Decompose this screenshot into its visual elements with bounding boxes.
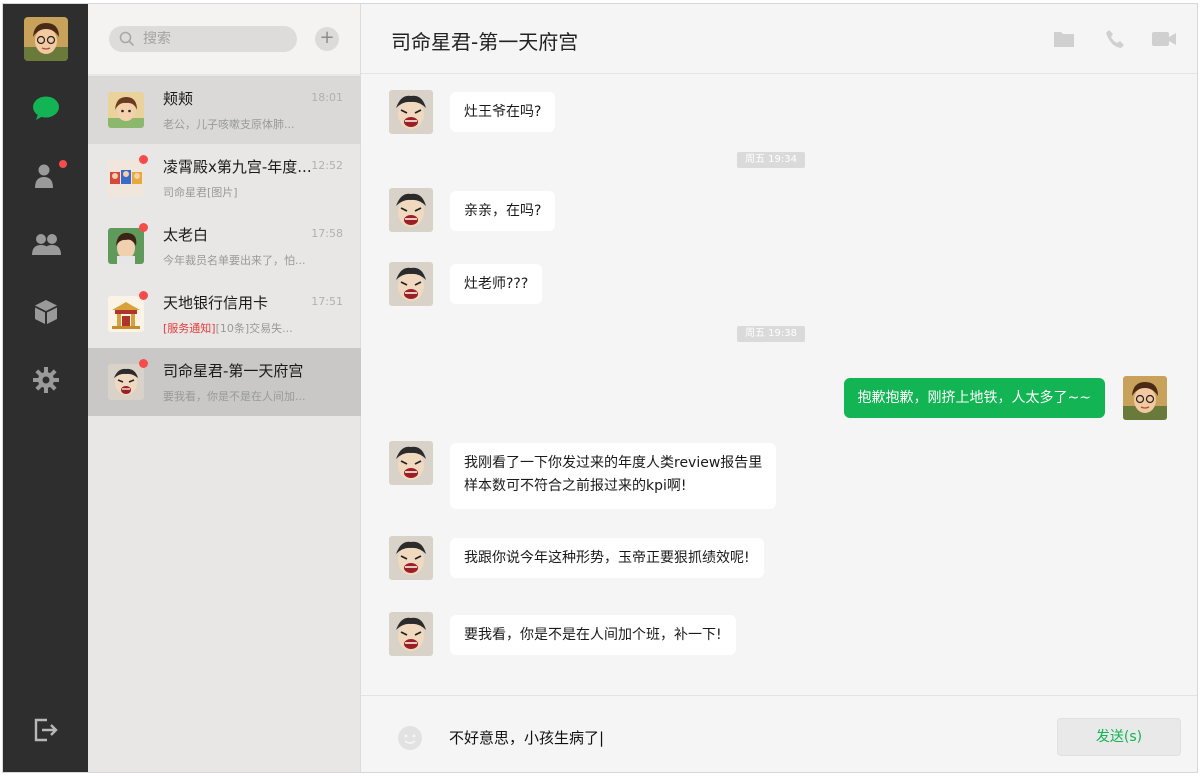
contacts-badge (59, 160, 67, 168)
conversation-preview: 老公，儿子咳嗽支原体肺... (163, 118, 295, 131)
conversation-time: 12:52 (311, 159, 343, 172)
message-input[interactable] (449, 724, 1009, 750)
message-bubble: 亲亲，在吗? (450, 191, 556, 231)
search-icon (119, 31, 135, 47)
service-notice-tag: [服务通知] (163, 322, 216, 335)
conversation-avatar (108, 160, 144, 196)
conversation-preview: 今年裁员名单要出来了，怕... (163, 254, 306, 267)
unread-badge (139, 359, 148, 368)
message-line: 我刚看了一下你发过来的年度人类review报告里 (464, 455, 763, 471)
message-list: 灶王爷在吗? 周五 19:34 亲亲，在吗? 灶老师??? 周五 19:38 抱… (361, 75, 1197, 695)
conversation-avatar (108, 92, 144, 128)
contact-avatar[interactable] (389, 536, 433, 580)
message-bubble: 我刚看了一下你发过来的年度人类review报告里 样本数可不符合之前报过来的kp… (450, 443, 777, 509)
video-icon[interactable] (1151, 28, 1177, 50)
app-window: + 颊颊 18:01 老公，儿子咳嗽支原体肺... (2, 3, 1198, 773)
unread-badge (139, 155, 148, 164)
conversation-name: 凌霄殿x第九宫-年度... (163, 158, 312, 176)
conversation-item[interactable]: 天地银行信用卡 17:51 [服务通知][10条]交易失... (88, 280, 361, 348)
conversation-item[interactable]: 凌霄殿x第九宫-年度... 12:52 司命星君[图片] (88, 144, 361, 212)
box-icon[interactable] (30, 296, 62, 328)
unread-badge (139, 291, 148, 300)
message-line: 样本数可不符合之前报过来的kpi啊! (464, 478, 687, 494)
nav-rail (3, 4, 88, 772)
conversation-list: + 颊颊 18:01 老公，儿子咳嗽支原体肺... (88, 4, 361, 772)
unread-badge (139, 223, 148, 232)
search-input[interactable] (143, 31, 283, 47)
message-bubble: 灶老师??? (450, 264, 543, 304)
contact-avatar[interactable] (389, 90, 433, 134)
phone-icon[interactable] (1105, 28, 1125, 50)
group-icon[interactable] (30, 228, 62, 260)
conversation-time: 17:51 (311, 295, 343, 308)
conversation-item-active[interactable]: 司命星君-第一天府宫 要我看，你是不是在人间加... (88, 348, 361, 416)
chat-title: 司命星君-第一天府宫 (391, 30, 579, 54)
conversation-preview: [服务通知][10条]交易失... (163, 320, 323, 336)
add-chat-button[interactable]: + (315, 27, 339, 51)
conversation-time: 18:01 (311, 91, 343, 104)
conversation-name: 司命星君-第一天府宫 (163, 362, 304, 380)
search-box[interactable] (109, 26, 297, 52)
preview-text: [10条]交易失... (215, 322, 293, 335)
timestamp-divider: 周五 19:34 (737, 152, 805, 168)
conversation-preview: 司命星君[图片] (163, 186, 238, 199)
conversation-name: 太老白 (163, 226, 209, 244)
chat-header: 司命星君-第一天府宫 (361, 4, 1197, 74)
conversation-avatar (108, 296, 144, 332)
conversation-item[interactable]: 太老白 17:58 今年裁员名单要出来了，怕... (88, 212, 361, 280)
conversation-item[interactable]: 颊颊 18:01 老公，儿子咳嗽支原体肺... (88, 76, 361, 144)
message-bubble: 要我看，你是不是在人间加个班，补一下! (450, 615, 736, 655)
my-avatar[interactable] (24, 17, 68, 61)
conversation-name: 颊颊 (163, 90, 194, 108)
conversation-preview: 要我看，你是不是在人间加... (163, 390, 306, 403)
conversation-avatar (108, 364, 144, 400)
chat-icon[interactable] (30, 92, 62, 124)
logout-icon[interactable] (30, 714, 62, 746)
message-bubble: 灶王爷在吗? (450, 92, 556, 132)
search-bar: + (88, 4, 360, 74)
composer: 发送(s) (361, 695, 1197, 772)
folder-icon[interactable] (1053, 28, 1075, 50)
emoji-icon[interactable] (397, 725, 423, 751)
contact-avatar[interactable] (389, 441, 433, 485)
conversation-avatar (108, 228, 144, 264)
conversation-name: 天地银行信用卡 (163, 294, 269, 312)
contact-avatar[interactable] (389, 612, 433, 656)
contact-avatar[interactable] (389, 262, 433, 306)
contacts-icon[interactable] (30, 160, 62, 192)
contact-avatar[interactable] (389, 188, 433, 232)
chat-panel: 司命星君-第一天府宫 灶王爷在吗? 周五 19:34 亲亲，在吗? 灶老师???… (361, 4, 1197, 772)
timestamp-divider: 周五 19:38 (737, 326, 805, 342)
send-button[interactable]: 发送(s) (1057, 718, 1181, 756)
settings-icon[interactable] (30, 364, 62, 396)
my-avatar-small[interactable] (1123, 376, 1167, 420)
message-bubble: 我跟你说今年这种形势，玉帝正要狠抓绩效呢! (450, 538, 764, 578)
message-bubble-outgoing: 抱歉抱歉，刚挤上地铁，人太多了~~ (843, 378, 1105, 418)
conversation-time: 17:58 (311, 227, 343, 240)
